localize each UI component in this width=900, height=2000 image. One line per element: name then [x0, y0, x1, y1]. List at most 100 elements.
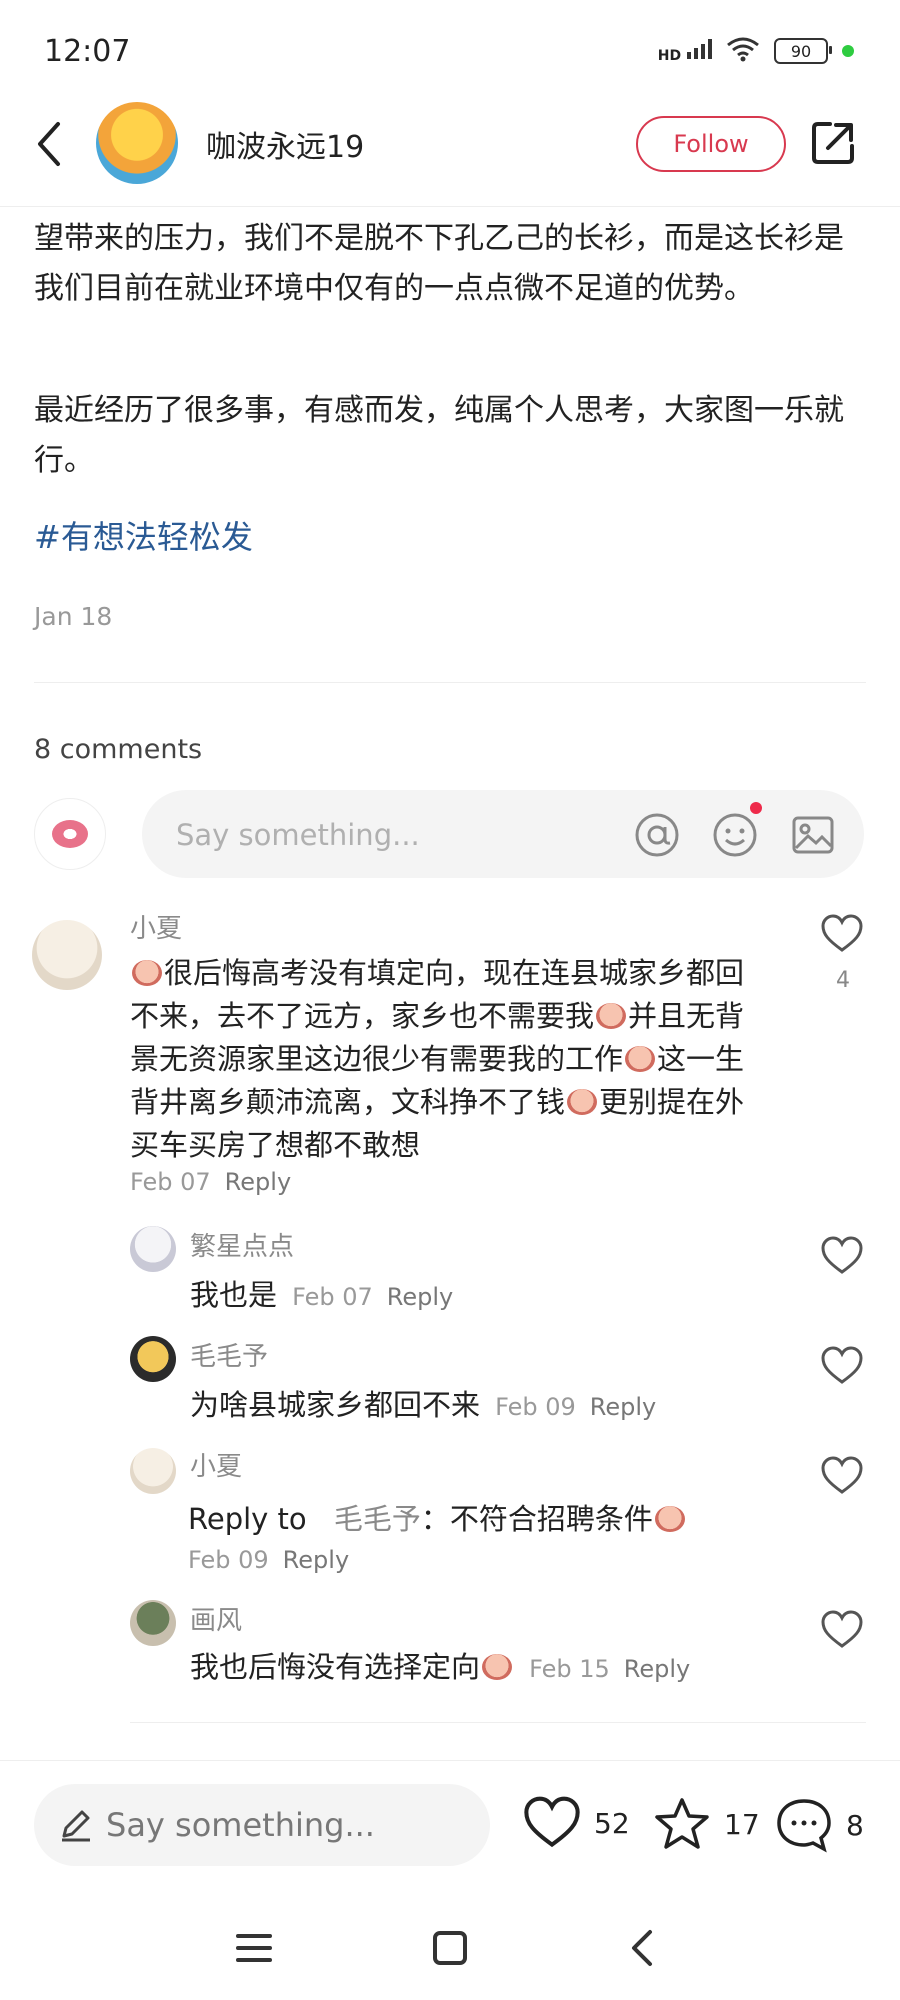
heart-icon	[821, 1346, 863, 1384]
back-triangle-icon	[632, 1930, 652, 1966]
heart-icon	[821, 1456, 863, 1494]
reply-body: Reply to 毛毛予：不符合招聘条件	[188, 1496, 687, 1538]
signal-icon: HD	[658, 38, 712, 64]
status-time: 12:07	[44, 34, 131, 69]
post-paragraph: 望带来的压力，我们不是脱不下孔乙己的长衫，而是这长衫是我们目前在就业环境中仅有的…	[34, 221, 844, 306]
like-button[interactable]	[820, 1610, 864, 1650]
battery-icon: 90	[774, 38, 832, 64]
like-button[interactable]	[820, 1236, 864, 1276]
heart-icon	[821, 1236, 863, 1274]
like-button[interactable]	[820, 1456, 864, 1496]
reply-user-name[interactable]: 画风	[190, 1600, 242, 1637]
mention-link[interactable]: 毛毛予	[334, 1502, 421, 1536]
comment-text: 很后悔高考没有填定向，现在连县城家乡都回不来，去不了远方，家乡也不需要我 并且无背…	[130, 952, 770, 1167]
author-avatar[interactable]	[96, 102, 178, 184]
menu-icon	[236, 1934, 272, 1962]
star-icon	[655, 1798, 709, 1849]
home-button[interactable]	[428, 1926, 472, 1970]
heart-icon	[821, 1610, 863, 1648]
follow-button[interactable]: Follow	[636, 116, 786, 172]
status-icons: HD 90	[658, 36, 854, 66]
square-icon	[433, 1931, 467, 1965]
comment-input[interactable]: Say something...	[142, 790, 864, 878]
chevron-left-icon	[38, 122, 60, 166]
reply-avatar[interactable]	[130, 1600, 176, 1646]
reply-button[interactable]: Reply	[283, 1546, 349, 1574]
reply-text: 我也是	[190, 1278, 278, 1312]
like-count: 4	[836, 968, 850, 993]
comment-input-placeholder: Say something...	[176, 818, 420, 852]
like-button[interactable]	[820, 1346, 864, 1386]
reply-meta: Feb 09 Reply	[188, 1546, 349, 1574]
commenter-avatar[interactable]	[32, 920, 102, 990]
reply-button[interactable]: Reply	[590, 1393, 656, 1421]
reply-text: ：不符合招聘条件	[420, 1502, 653, 1536]
back-button[interactable]	[30, 118, 70, 170]
system-nav-bar	[0, 1900, 900, 2000]
hashtag-link[interactable]: #有想法轻松发	[34, 512, 253, 558]
image-icon[interactable]	[788, 810, 838, 860]
reply-text: 为啥县城家乡都回不来	[190, 1388, 481, 1422]
reply-date: Feb 07	[292, 1283, 373, 1311]
reply-avatar[interactable]	[130, 1448, 176, 1494]
reply-button[interactable]: Reply	[225, 1168, 291, 1196]
my-avatar	[34, 798, 106, 870]
crying-emoji-icon	[482, 1654, 513, 1680]
header-divider	[0, 206, 900, 207]
heart-icon	[524, 1796, 580, 1848]
sad-emoji-icon	[132, 960, 162, 986]
reply-body: 我也是 Feb 07 Reply	[190, 1272, 453, 1314]
reply-user-name[interactable]: 繁星点点	[190, 1226, 294, 1263]
share-icon	[812, 122, 854, 164]
reply-text: 我也后悔没有选择定向	[190, 1650, 481, 1684]
comment-date: Feb 07	[130, 1168, 211, 1196]
reply-button[interactable]: Reply	[387, 1283, 453, 1311]
donut-avatar-icon	[52, 820, 88, 848]
wifi-icon	[726, 36, 760, 66]
mention-icon[interactable]	[632, 810, 682, 860]
post-paragraph: 最近经历了很多事，有感而发，纯属个人思考，大家图一乐就行。	[34, 393, 844, 478]
bottom-bar-divider	[0, 1760, 900, 1761]
sad-emoji-icon	[654, 1506, 685, 1532]
share-button[interactable]	[808, 118, 858, 168]
sad-emoji-icon	[567, 1089, 598, 1115]
reply-prefix: Reply to	[188, 1502, 307, 1536]
likes-count: 52	[594, 1806, 630, 1840]
divider	[34, 682, 866, 683]
menu-button[interactable]	[232, 1926, 276, 1970]
reply-user-name[interactable]: 小夏	[190, 1446, 242, 1483]
comments-total: 8	[846, 1808, 864, 1842]
bottom-comment-input[interactable]: Say something...	[34, 1784, 490, 1866]
bottom-input-placeholder: Say something...	[106, 1806, 375, 1844]
comments-count: 8 comments	[34, 734, 203, 765]
reply-date: Feb 09	[188, 1546, 269, 1574]
like-post-button[interactable]: 52	[522, 1796, 630, 1850]
reply-avatar[interactable]	[130, 1336, 176, 1382]
reply-user-name[interactable]: 毛毛予	[190, 1336, 268, 1373]
reply-avatar[interactable]	[130, 1226, 176, 1272]
post-date: Jan 18	[34, 602, 113, 631]
reply-button[interactable]: Reply	[624, 1655, 690, 1683]
like-button[interactable]	[820, 914, 864, 954]
reply-body: 我也后悔没有选择定向 Feb 15 Reply	[190, 1644, 690, 1686]
sad-emoji-icon	[596, 1003, 627, 1029]
signal-label: HD	[657, 48, 682, 64]
heart-icon	[821, 914, 863, 952]
commenter-name[interactable]: 小夏	[130, 908, 182, 945]
reply-body: 为啥县城家乡都回不来 Feb 09 Reply	[190, 1382, 656, 1424]
favorite-button[interactable]: 17	[652, 1796, 760, 1852]
reply-date: Feb 09	[495, 1393, 576, 1421]
thread-divider	[130, 1722, 866, 1723]
favorites-count: 17	[724, 1807, 760, 1841]
author-name[interactable]: 咖波永远19	[206, 122, 364, 166]
notification-dot	[750, 802, 762, 814]
battery-level: 90	[790, 41, 812, 61]
emoji-icon[interactable]	[710, 810, 760, 860]
sad-emoji-icon	[625, 1046, 656, 1072]
comments-button[interactable]: 8	[774, 1796, 864, 1854]
system-back-button[interactable]	[622, 1926, 666, 1970]
comment-bubble-icon	[777, 1799, 831, 1853]
pen-icon	[62, 1810, 90, 1842]
active-indicator-icon	[842, 45, 854, 57]
comment-meta: Feb 07 Reply	[130, 1168, 291, 1196]
